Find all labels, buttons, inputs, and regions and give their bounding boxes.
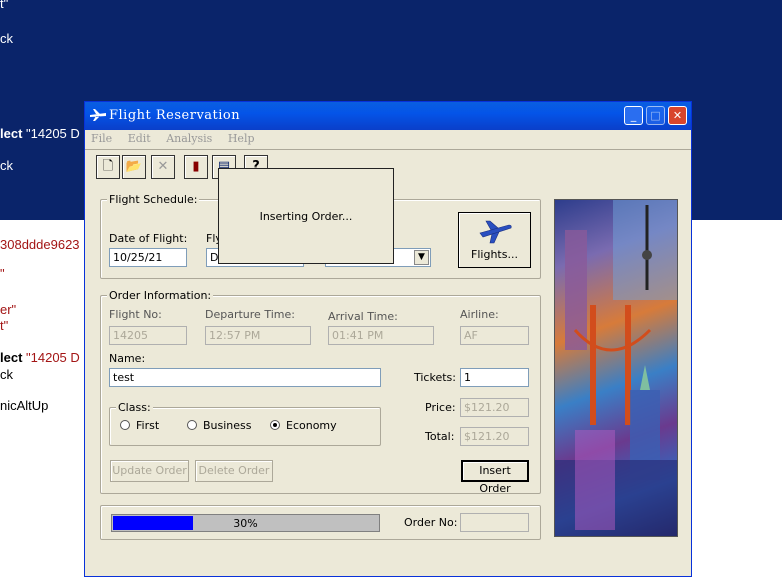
code-line: lect "14205 D bbox=[0, 126, 80, 141]
class-first-radio[interactable] bbox=[120, 420, 130, 430]
code-string: "14205 D bbox=[22, 350, 80, 365]
order-information-legend: Order Information: bbox=[107, 289, 214, 302]
menu-bar: File Edit Analysis Help bbox=[91, 132, 267, 148]
class-legend: Class: bbox=[116, 401, 153, 414]
progress-bar: 30% bbox=[111, 514, 380, 532]
tickets-label: Tickets: bbox=[414, 371, 456, 384]
total-label: Total: bbox=[425, 430, 455, 443]
departure-time-label: Departure Time: bbox=[205, 308, 295, 321]
code-line: t" bbox=[0, 0, 9, 11]
airline-field: AF bbox=[460, 326, 529, 345]
flight-reservation-window: Flight Reservation _ □ ✕ File Edit Analy… bbox=[84, 101, 692, 577]
code-line: er" bbox=[0, 302, 17, 317]
popup-message: Inserting Order... bbox=[259, 210, 353, 223]
order-no-label: Order No: bbox=[404, 516, 458, 529]
arrival-time-field: 01:41 PM bbox=[328, 326, 434, 345]
insert-order-button[interactable]: Insert Order bbox=[461, 460, 529, 495]
flight-no-label: Flight No: bbox=[109, 308, 162, 321]
code-line: ck bbox=[0, 158, 13, 173]
code-keyword: lect bbox=[0, 350, 23, 365]
class-economy-radio[interactable] bbox=[270, 420, 280, 430]
name-label: Name: bbox=[109, 352, 146, 365]
code-line: ck bbox=[0, 31, 13, 46]
menu-file[interactable]: File bbox=[91, 132, 112, 145]
city-collage-image bbox=[554, 199, 678, 537]
class-business-label[interactable]: Business bbox=[203, 419, 252, 432]
chevron-down-icon[interactable]: ▼ bbox=[414, 250, 429, 265]
date-of-flight-label: Date of Flight: bbox=[109, 232, 188, 245]
new-document-icon[interactable]: 🗋 bbox=[96, 155, 120, 179]
date-of-flight-input[interactable]: 10/25/21 bbox=[109, 248, 187, 267]
delete-order-button[interactable]: Delete Order bbox=[195, 460, 273, 482]
class-economy-label[interactable]: Economy bbox=[286, 419, 337, 432]
code-line: " bbox=[0, 266, 5, 281]
departure-time-field: 12:57 PM bbox=[205, 326, 311, 345]
close-button[interactable]: ✕ bbox=[668, 106, 687, 125]
flight-schedule-legend: Flight Schedule: bbox=[107, 193, 200, 206]
code-line: 308ddde9623 bbox=[0, 237, 80, 252]
tickets-input[interactable]: 1 bbox=[460, 368, 529, 387]
menu-help[interactable]: Help bbox=[228, 132, 255, 145]
update-order-button[interactable]: Update Order bbox=[110, 460, 189, 482]
inserting-order-popup: Inserting Order... bbox=[218, 168, 394, 264]
airplane-app-icon bbox=[90, 109, 106, 121]
code-line: t" bbox=[0, 318, 9, 333]
delete-x-icon[interactable]: ✕ bbox=[151, 155, 175, 179]
city-collage-art bbox=[555, 200, 677, 536]
menu-analysis[interactable]: Analysis bbox=[166, 132, 212, 145]
price-label: Price: bbox=[425, 401, 456, 414]
maximize-button[interactable]: □ bbox=[646, 106, 665, 125]
airplane-icon bbox=[478, 220, 512, 244]
minimize-button[interactable]: _ bbox=[624, 106, 643, 125]
flights-button[interactable]: Flights... bbox=[458, 212, 531, 268]
flight-no-field: 14205 bbox=[109, 326, 187, 345]
class-business-radio[interactable] bbox=[187, 420, 197, 430]
class-first-label[interactable]: First bbox=[136, 419, 159, 432]
code-line: ck bbox=[0, 367, 13, 382]
open-folder-icon[interactable]: 📂 bbox=[122, 155, 146, 179]
window-title: Flight Reservation bbox=[109, 108, 241, 123]
code-line: nicAltUp bbox=[0, 398, 49, 413]
menu-edit[interactable]: Edit bbox=[128, 132, 151, 145]
flights-button-label: Flights... bbox=[471, 248, 518, 261]
menu-divider bbox=[85, 149, 691, 150]
code-line: lect "14205 D bbox=[0, 350, 80, 365]
code-keyword: lect bbox=[0, 126, 23, 141]
arrival-time-label: Arrival Time: bbox=[328, 310, 398, 323]
progress-text: 30% bbox=[233, 517, 258, 530]
order-no-field bbox=[460, 513, 529, 532]
name-input[interactable]: test bbox=[109, 368, 381, 387]
bar-chart-icon[interactable]: ▮ bbox=[184, 155, 208, 179]
total-field: $121.20 bbox=[460, 427, 529, 446]
code-string: "14205 D bbox=[22, 126, 80, 141]
title-bar[interactable]: Flight Reservation _ □ ✕ bbox=[85, 102, 691, 130]
price-field: $121.20 bbox=[460, 398, 529, 417]
airline-label: Airline: bbox=[460, 308, 499, 321]
